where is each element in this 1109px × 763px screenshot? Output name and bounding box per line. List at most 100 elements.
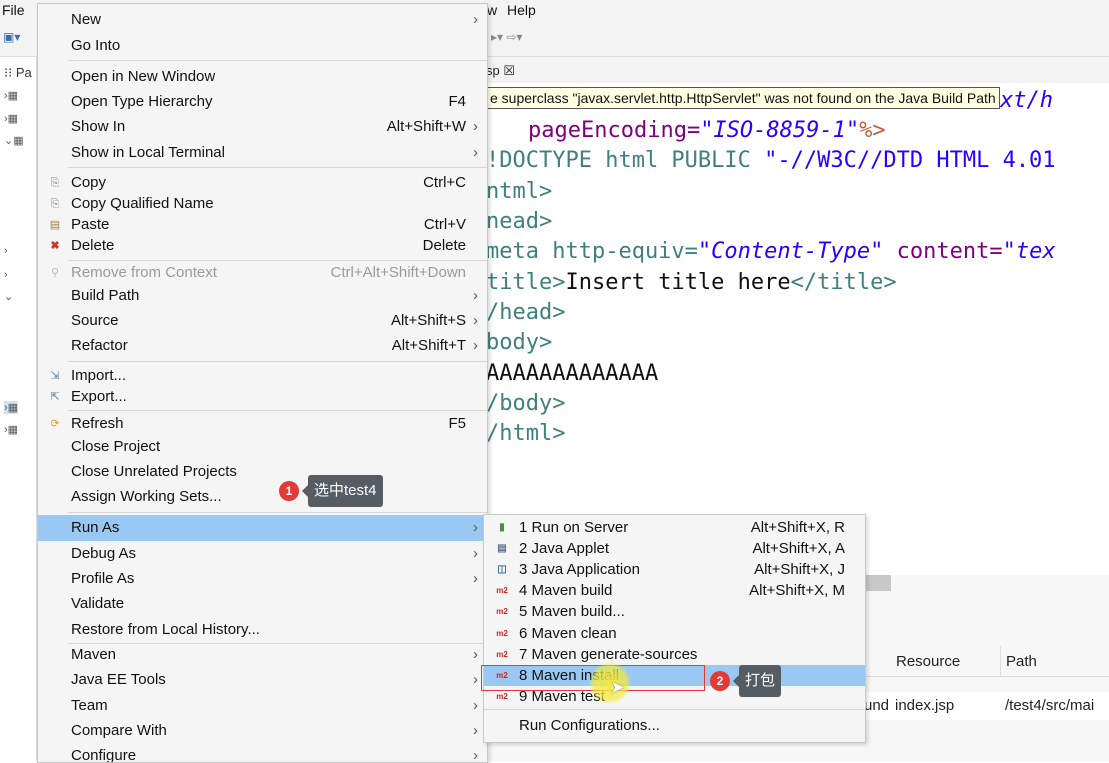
menu-item-close-unrelated[interactable]: Close Unrelated Projects — [38, 460, 487, 484]
code-line-6: title>Insert title here</title> — [486, 270, 897, 295]
submenu-arrow-icon: › — [473, 697, 478, 714]
warning-tooltip: e superclass "javax.servlet.http.HttpSer… — [486, 87, 1000, 109]
m2-icon: m2 — [496, 650, 508, 659]
tree-node[interactable]: › — [4, 269, 8, 281]
code-line-10: /body> — [486, 391, 566, 416]
submenu-arrow-icon: › — [473, 545, 478, 562]
submenu-item-java-application[interactable]: ◫ 3 Java Application Alt+Shift+X, J — [484, 559, 865, 580]
explorer-icon: ⁝⁝ — [4, 65, 16, 80]
java-application-icon: ◫ — [497, 564, 507, 575]
menu-separator — [68, 60, 487, 61]
mouse-pointer-icon: ➤ — [610, 677, 626, 697]
menu-separator — [68, 512, 487, 513]
submenu-item-maven-build[interactable]: m2 4 Maven build Alt+Shift+X, M — [484, 580, 865, 601]
menu-window-fragment[interactable]: w — [487, 2, 497, 18]
refresh-icon: ⟳ — [50, 418, 60, 430]
submenu-arrow-icon: › — [473, 11, 478, 28]
menu-item-go-into[interactable]: Go Into — [38, 34, 487, 58]
table-row[interactable]: und index.jsp /test4/src/mai — [864, 692, 1109, 720]
menu-item-open-type-hierarchy[interactable]: Open Type Hierarchy F4 — [38, 90, 487, 114]
row-resource: index.jsp — [895, 697, 955, 714]
menu-separator — [68, 167, 487, 168]
editor-tabs: sp ☒ — [486, 57, 1109, 83]
tree-node[interactable]: ›▦ — [4, 89, 18, 102]
project-explorer: ⁝⁝ Pa ›▦ ›▦ ⌄▦ › › ⌄ ›▦ ›▦ — [0, 57, 37, 761]
tab-index-jsp[interactable]: sp ☒ — [486, 63, 515, 79]
table-header: Resource Path — [864, 646, 1109, 677]
menu-item-assign-working-sets[interactable]: Assign Working Sets... — [38, 485, 487, 509]
menu-item-compare-with[interactable]: Compare With › — [38, 719, 487, 743]
code-line-11: /html> — [486, 421, 566, 446]
menu-item-close-project[interactable]: Close Project — [38, 435, 487, 459]
column-path[interactable]: Path — [1006, 653, 1037, 670]
code-line-1: pageEncoding="ISO-8859-1"%> — [528, 118, 886, 143]
callout-package: 打包 — [732, 665, 782, 697]
row-path: /test4/src/mai — [1005, 697, 1095, 714]
menu-item-delete[interactable]: ✖ Delete Delete — [38, 234, 487, 258]
menu-item-open-new-window[interactable]: Open in New Window — [38, 65, 487, 89]
tree-node[interactable]: ⌄▦ — [4, 134, 24, 147]
callout-select-test4: 选中test4 — [302, 475, 383, 507]
menu-item-refresh[interactable]: ⟳ Refresh F5 — [38, 412, 487, 436]
menu-item-validate[interactable]: Validate — [38, 592, 487, 616]
run-as-submenu: ▮ 1 Run on Server Alt+Shift+X, R ▤ 2 Java A… — [483, 514, 866, 743]
submenu-arrow-icon: › — [473, 118, 478, 135]
tree-node-test4[interactable]: ›▦ — [4, 401, 19, 414]
paste-icon: ▤ — [49, 219, 61, 231]
code-line-4: nead> — [486, 209, 553, 234]
callout-badge-2: 2 — [710, 671, 730, 691]
copy-icon: ⎘ — [50, 177, 60, 189]
submenu-arrow-icon: › — [473, 287, 478, 304]
menu-item-team[interactable]: Team › — [38, 694, 487, 718]
menu-separator — [484, 709, 865, 710]
code-line-5: meta http-equiv="Content-Type" content="… — [486, 239, 1056, 264]
scrollbar-thumb[interactable] — [864, 575, 891, 591]
menu-item-restore-local-history[interactable]: Restore from Local History... — [38, 618, 487, 642]
tree-node[interactable]: ›▦ — [4, 423, 18, 436]
submenu-arrow-icon: › — [473, 312, 478, 329]
tree-node[interactable]: ›▦ — [4, 112, 18, 125]
code-fragment-top: xt/h — [1000, 88, 1053, 113]
submenu-item-java-applet[interactable]: ▤ 2 Java Applet Alt+Shift+X, A — [484, 538, 865, 559]
tree-node[interactable]: ⌄ — [4, 290, 13, 303]
menu-item-refactor[interactable]: Refactor Alt+Shift+T › — [38, 334, 487, 358]
menu-item-run-as[interactable]: Run As › — [38, 515, 487, 541]
export-icon: ⇱ — [50, 391, 60, 403]
menu-item-maven[interactable]: Maven › — [38, 643, 487, 667]
submenu-item-run-configurations[interactable]: Run Configurations... — [484, 715, 865, 736]
server-icon: ▮ — [499, 522, 505, 533]
submenu-item-maven-build-dialog[interactable]: m2 5 Maven build... — [484, 601, 865, 622]
navigate-forward-icon[interactable]: ▸▾ ⇨▾ — [491, 30, 522, 44]
tree-node[interactable]: › — [4, 245, 8, 257]
m2-icon: m2 — [496, 629, 508, 638]
menu-item-remove-from-context: ⚲ Remove from Context Ctrl+Alt+Shift+Down — [50, 264, 466, 281]
submenu-item-run-on-server[interactable]: ▮ 1 Run on Server Alt+Shift+X, R — [484, 517, 865, 538]
code-line-9: AAAAAAAAAAAAA — [486, 361, 659, 386]
menu-item-configure[interactable]: Configure › — [38, 744, 487, 762]
menu-item-source[interactable]: Source Alt+Shift+S › — [38, 309, 487, 333]
menu-item-java-ee-tools[interactable]: Java EE Tools › — [38, 668, 487, 692]
new-wizard-icon[interactable]: ▣▾ — [3, 30, 20, 44]
copy-qualified-name-icon: ⎘ — [50, 198, 60, 210]
code-line-3: ntml> — [486, 179, 553, 204]
menu-item-new[interactable]: New › — [38, 8, 487, 32]
submenu-item-maven-generate-sources[interactable]: m2 7 Maven generate-sources — [484, 644, 865, 665]
m2-icon: m2 — [496, 586, 508, 595]
code-line-7: /head> — [486, 300, 566, 325]
m2-icon: m2 — [496, 607, 508, 616]
menu-file[interactable]: File — [2, 2, 25, 18]
menu-item-debug-as[interactable]: Debug As › — [38, 542, 487, 566]
column-divider — [1000, 646, 1001, 676]
menu-item-show-in[interactable]: Show In Alt+Shift+W › — [38, 115, 487, 139]
menu-item-build-path[interactable]: Build Path › — [38, 284, 487, 308]
menu-item-show-local-terminal[interactable]: Show in Local Terminal › — [38, 141, 487, 165]
code-editor[interactable]: xt/h pageEncoding="ISO-8859-1"%> !DOCTYP… — [486, 84, 1109, 574]
menu-item-profile-as[interactable]: Profile As › — [38, 567, 487, 591]
submenu-item-maven-clean[interactable]: m2 6 Maven clean — [484, 623, 865, 644]
column-resource[interactable]: Resource — [896, 653, 960, 670]
submenu-arrow-icon: › — [473, 144, 478, 161]
submenu-arrow-icon: › — [473, 570, 478, 587]
menu-help[interactable]: Help — [507, 2, 536, 18]
menu-item-export[interactable]: ⇱ Export... — [38, 385, 487, 409]
code-line-2: !DOCTYPE html PUBLIC "-//W3C//DTD HTML 4… — [486, 148, 1056, 173]
